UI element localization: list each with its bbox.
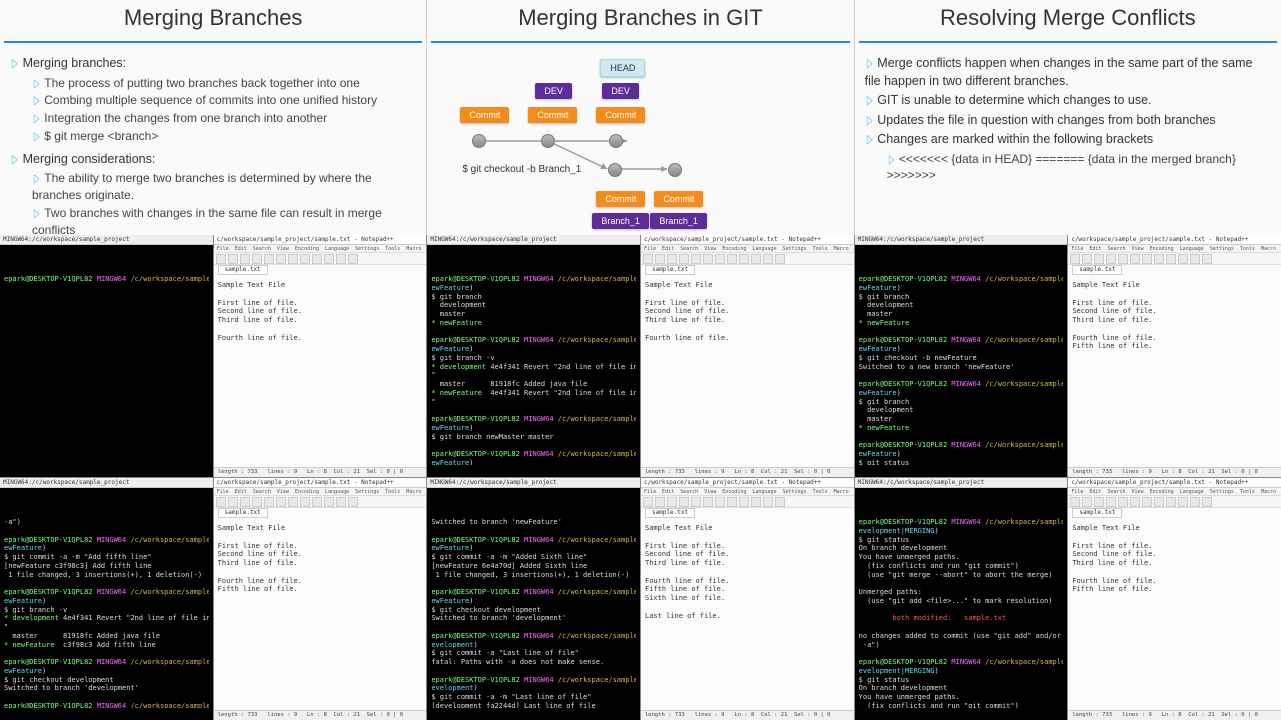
window-titlebar: c/workspace/sample_project/sample.txt - … [1068,235,1281,245]
panel-merging-branches: Merging Branches ▷Merging branches: ▷The… [0,0,427,235]
editor-menu: File Edit Search View Encoding Language … [214,488,427,496]
bullet: ▷The process of putting two branches bac… [32,75,416,92]
window-titlebar: MINGW64:/c/workspace/sample_project [0,478,213,488]
editor-screenshot: c/workspace/sample_project/sample.txt - … [641,478,854,720]
editor-body: Sample Text File First line of file. Sec… [218,524,423,708]
slides-row: Merging Branches ▷Merging branches: ▷The… [0,0,1281,235]
editor-status: length : 733 lines : 9 Ln : 8 Col : 21 S… [1068,710,1281,720]
panel-title: Resolving Merge Conflicts [859,0,1277,43]
git-branch-diagram: HEAD DEV DEV Commit Commit Commit Commit… [427,51,853,241]
panel-title: Merging Branches in GIT [431,0,849,43]
terminal-screenshot: MINGW64:/c/workspace/sample_project epar… [427,235,640,477]
editor-toolbar [214,496,427,508]
editor-screenshot: c/workspace/sample_project/sample.txt - … [214,478,427,720]
commit-box: Commit [596,191,645,207]
editor-menu: File Edit Search View Encoding Language … [641,245,854,253]
terminal-body: -a") epark@DESKTOP-V1QPL82 MINGW64 /c/wo… [4,518,209,708]
commit-box: Commit [596,107,645,123]
editor-tab: sample.txt [645,508,695,518]
bullet: ▷GIT is unable to determine which change… [865,92,1271,110]
editor-status: length : 733 lines : 9 Ln : 8 Col : 21 S… [214,467,427,477]
bullet: ▷Updates the file in question with chang… [865,112,1271,130]
window-titlebar: MINGW64:/c/workspace/sample_project [855,478,1068,488]
editor-status: length : 733 lines : 9 Ln : 8 Col : 21 S… [1068,467,1281,477]
editor-screenshot: c/workspace/sample_project/sample.txt - … [1068,235,1281,477]
branch-box: Branch_1 [592,213,649,229]
editor-menu: File Edit Search View Encoding Language … [214,245,427,253]
panel-content: ▷Merge conflicts happen when changes in … [855,51,1281,187]
window-titlebar: MINGW64:/c/workspace/sample_project [427,235,640,245]
terminal-body: epark@DESKTOP-V1QPL82 MINGW64 /c/workspa… [859,275,1064,465]
terminal-body: Switched to branch 'newFeature' epark@DE… [431,518,636,708]
panel-title: Merging Branches [4,0,422,43]
editor-body: Sample Text File First line of file. Sec… [1072,281,1277,465]
editor-tab: sample.txt [645,265,695,275]
commit-box: Commit [460,107,509,123]
dev-box: DEV [602,83,639,99]
window-titlebar: MINGW64:/c/workspace/sample_project [427,478,640,488]
head-box: HEAD [600,59,645,77]
editor-screenshot: c/workspace/sample_project/sample.txt - … [641,235,854,477]
bullet: ▷The ability to merge two branches is de… [32,170,416,204]
editor-status: length : 733 lines : 9 Ln : 8 Col : 21 S… [214,710,427,720]
panel-merging-git-diagram: Merging Branches in GIT HEAD DEV DEV Com… [427,0,854,235]
editor-body: Sample Text File First line of file. Sec… [218,281,423,465]
bullet-heading: ▷Merging considerations: [10,151,416,169]
editor-menu: File Edit Search View Encoding Language … [1068,488,1281,496]
commit-box: Commit [528,107,577,123]
window-titlebar: c/workspace/sample_project/sample.txt - … [641,478,854,488]
editor-screenshot: c/workspace/sample_project/sample.txt - … [214,235,427,477]
bullet: ▷$ git merge <branch> [32,128,416,145]
bullet: ▷Two branches with changes in the same f… [32,205,416,239]
editor-toolbar [1068,496,1281,508]
editor-tab: sample.txt [1072,508,1122,518]
branch-box: Branch_1 [650,213,707,229]
terminal-body: epark@DESKTOP-V1QPL82 MINGW64 /c/workspa… [859,518,1064,708]
editor-tab: sample.txt [218,508,268,518]
editor-menu: File Edit Search View Encoding Language … [641,488,854,496]
terminal-screenshot: MINGW64:/c/workspace/sample_project Swit… [427,478,640,720]
bullet-sub: ▷<<<<<<< {data in HEAD} ======= {data in… [887,151,1271,185]
editor-status: length : 733 lines : 9 Ln : 8 Col : 21 S… [641,710,854,720]
bullet: ▷Merge conflicts happen when changes in … [865,55,1271,90]
dev-box: DEV [535,83,572,99]
terminal-screenshot: MINGW64:/c/workspace/sample_project epar… [0,235,213,477]
bullet: ▷Changes are marked within the following… [865,131,1271,149]
window-titlebar: c/workspace/sample_project/sample.txt - … [214,478,427,488]
window-titlebar: MINGW64:/c/workspace/sample_project [855,235,1068,245]
window-titlebar: c/workspace/sample_project/sample.txt - … [641,235,854,245]
panel-resolving-conflicts: Resolving Merge Conflicts ▷Merge conflic… [855,0,1281,235]
editor-body: Sample Text File First line of file. Sec… [645,281,850,465]
commit-box: Commit [654,191,703,207]
terminal-screenshot: MINGW64:/c/workspace/sample_project epar… [855,478,1068,720]
terminal-screenshot: MINGW64:/c/workspace/sample_project -a")… [0,478,213,720]
window-titlebar: c/workspace/sample_project/sample.txt - … [214,235,427,245]
bullet: ▷Combing multiple sequence of commits in… [32,92,416,109]
editor-toolbar [641,496,854,508]
editor-tab: sample.txt [1072,265,1122,275]
editor-body: Sample Text File First line of file. Sec… [645,524,850,708]
editor-menu: File Edit Search View Encoding Language … [1068,245,1281,253]
editor-toolbar [1068,253,1281,265]
terminal-body: epark@DESKTOP-V1QPL82 MINGW64 /c/workspa… [4,275,209,465]
editor-tab: sample.txt [218,265,268,275]
terminal-body: epark@DESKTOP-V1QPL82 MINGW64 /c/workspa… [431,275,636,465]
editor-toolbar [214,253,427,265]
checkout-label: $ git checkout -b Branch_1 [462,164,581,175]
window-titlebar: MINGW64:/c/workspace/sample_project [0,235,213,245]
screenshot-grid: MINGW64:/c/workspace/sample_project epar… [0,235,1281,720]
window-titlebar: c/workspace/sample_project/sample.txt - … [1068,478,1281,488]
bullet: ▷Integration the changes from one branch… [32,110,416,127]
bullet-heading: ▷Merging branches: [10,55,416,73]
editor-status: length : 733 lines : 9 Ln : 8 Col : 21 S… [641,467,854,477]
editor-body: Sample Text File First line of file. Sec… [1072,524,1277,708]
terminal-screenshot: MINGW64:/c/workspace/sample_project epar… [855,235,1068,477]
editor-toolbar [641,253,854,265]
editor-screenshot: c/workspace/sample_project/sample.txt - … [1068,478,1281,720]
